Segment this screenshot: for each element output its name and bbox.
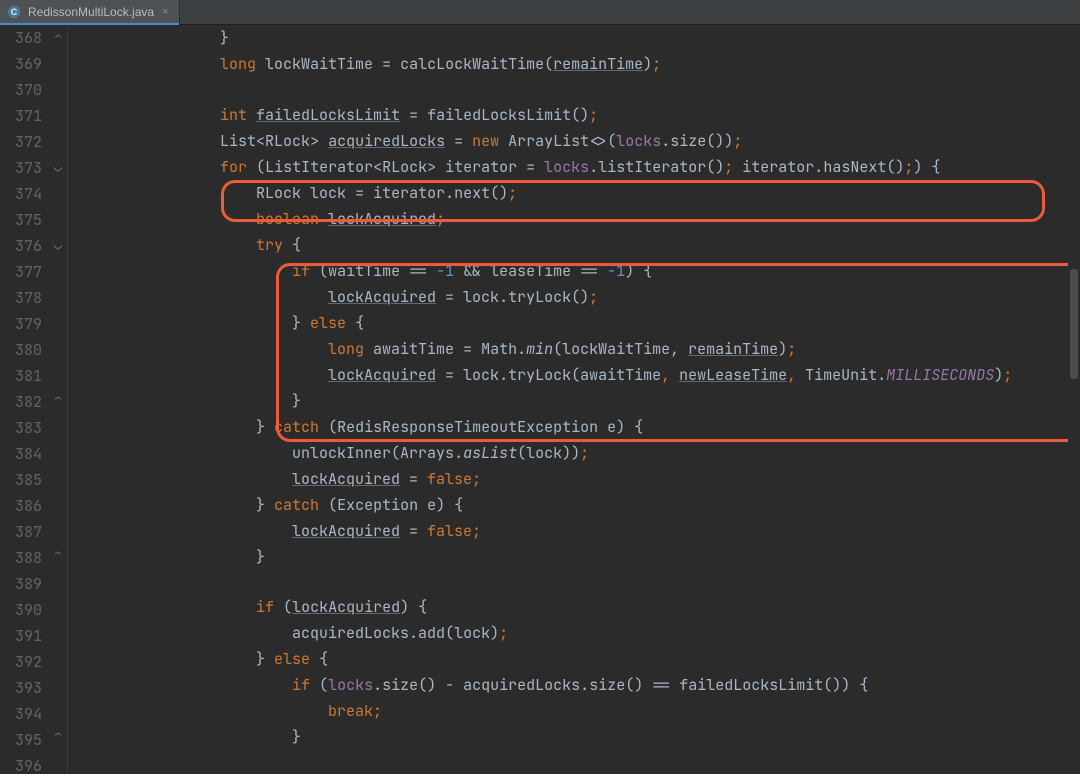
code-line: List<RLock> acquiredLocks = new ArrayLis… — [76, 128, 1080, 154]
code-line: boolean lockAcquired; — [76, 206, 1080, 232]
code-line: } — [76, 544, 1080, 570]
code-line: } catch (Exception e) { — [76, 492, 1080, 518]
fold-marker — [48, 284, 68, 310]
line-number: 379 — [0, 311, 42, 337]
line-number: 369 — [0, 51, 42, 77]
code-editor[interactable]: 3683693703713723733743753763773783793803… — [0, 25, 1080, 774]
code-line — [76, 750, 1080, 774]
fold-marker — [48, 103, 68, 129]
fold-marker — [48, 180, 68, 206]
fold-marker — [48, 697, 68, 723]
line-number: 389 — [0, 571, 42, 597]
line-number: 384 — [0, 441, 42, 467]
line-number: 376 — [0, 233, 42, 259]
fold-marker — [48, 413, 68, 439]
fold-marker[interactable]: ⌄ — [48, 154, 68, 180]
fold-marker — [48, 258, 68, 284]
line-number: 391 — [0, 623, 42, 649]
line-number: 375 — [0, 207, 42, 233]
fold-gutter: ⌃ ⌄ ⌄ ⌃ ⌃ ⌃ — [48, 25, 68, 774]
line-number: 393 — [0, 675, 42, 701]
line-number-gutter: 3683693703713723733743753763773783793803… — [0, 25, 48, 774]
fold-marker — [48, 206, 68, 232]
fold-marker[interactable]: ⌃ — [48, 387, 68, 413]
fold-marker — [48, 594, 68, 620]
java-class-icon: C — [6, 4, 22, 20]
fold-marker — [48, 672, 68, 698]
line-number: 378 — [0, 285, 42, 311]
code-line: } — [76, 724, 1080, 750]
fold-marker — [48, 77, 68, 103]
line-number: 372 — [0, 129, 42, 155]
tab-filename: RedissonMultiLock.java — [28, 0, 154, 25]
code-line: } — [76, 25, 1080, 51]
fold-marker — [48, 516, 68, 542]
close-icon[interactable]: × — [162, 0, 168, 25]
code-line: long lockWaitTime = calcLockWaitTime(rem… — [76, 51, 1080, 77]
line-number: 385 — [0, 467, 42, 493]
line-number: 381 — [0, 363, 42, 389]
line-number: 390 — [0, 597, 42, 623]
file-tab[interactable]: C RedissonMultiLock.java × — [0, 0, 180, 24]
fold-marker — [48, 620, 68, 646]
line-number: 377 — [0, 259, 42, 285]
line-number: 386 — [0, 493, 42, 519]
code-line: lockAcquired = false; — [76, 466, 1080, 492]
code-line: unlockInner(Arrays.asList(lock)); — [76, 440, 1080, 466]
code-line: } — [76, 388, 1080, 414]
code-line: } else { — [76, 646, 1080, 672]
fold-marker — [48, 128, 68, 154]
line-number: 383 — [0, 415, 42, 441]
line-number: 380 — [0, 337, 42, 363]
editor-tabbar: C RedissonMultiLock.java × — [0, 0, 1080, 25]
fold-marker — [48, 310, 68, 336]
code-line — [76, 77, 1080, 102]
code-line: } else { — [76, 310, 1080, 336]
fold-marker — [48, 568, 68, 594]
code-line: int failedLocksLimit = failedLocksLimit(… — [76, 102, 1080, 128]
code-line: try { — [76, 232, 1080, 258]
code-line: break; — [76, 698, 1080, 724]
line-number: 374 — [0, 181, 42, 207]
fold-marker[interactable]: ⌃ — [48, 542, 68, 568]
code-line: if (waitTime == -1 && leaseTime == -1) { — [76, 258, 1080, 284]
fold-marker — [48, 335, 68, 361]
fold-marker — [48, 51, 68, 77]
fold-marker[interactable]: ⌄ — [48, 232, 68, 258]
code-line — [76, 570, 1080, 595]
fold-marker[interactable]: ⌃ — [48, 723, 68, 749]
line-number: 395 — [0, 727, 42, 753]
code-line: lockAcquired = lock.tryLock(); — [76, 284, 1080, 310]
line-number: 394 — [0, 701, 42, 727]
fold-marker — [48, 491, 68, 517]
fold-marker — [48, 439, 68, 465]
line-number: 373 — [0, 155, 42, 181]
code-line: RLock lock = iterator.next(); — [76, 180, 1080, 206]
line-number: 368 — [0, 25, 42, 51]
line-number: 392 — [0, 649, 42, 675]
line-number: 388 — [0, 545, 42, 571]
code-line: for (ListIterator<RLock> iterator = lock… — [76, 154, 1080, 180]
code-line: if (lockAcquired) { — [76, 594, 1080, 620]
fold-marker — [48, 361, 68, 387]
scroll-thumb[interactable] — [1070, 269, 1078, 379]
code-area[interactable]: } long lockWaitTime = calcLockWaitTime(r… — [68, 25, 1080, 774]
code-line: long awaitTime = Math.min(lockWaitTime, … — [76, 336, 1080, 362]
code-line: if (locks.size() - acquiredLocks.size() … — [76, 672, 1080, 698]
svg-text:C: C — [11, 7, 18, 17]
code-line: lockAcquired = false; — [76, 518, 1080, 544]
line-number: 396 — [0, 753, 42, 774]
line-number: 370 — [0, 77, 42, 103]
fold-marker — [48, 646, 68, 672]
vertical-scrollbar[interactable] — [1068, 49, 1080, 774]
code-line: } catch (RedisResponseTimeoutException e… — [76, 414, 1080, 440]
code-line: acquiredLocks.add(lock); — [76, 620, 1080, 646]
fold-marker — [48, 465, 68, 491]
fold-marker[interactable]: ⌃ — [48, 25, 68, 51]
line-number: 387 — [0, 519, 42, 545]
line-number: 382 — [0, 389, 42, 415]
fold-marker — [48, 749, 68, 774]
code-line: lockAcquired = lock.tryLock(awaitTime, n… — [76, 362, 1080, 388]
line-number: 371 — [0, 103, 42, 129]
